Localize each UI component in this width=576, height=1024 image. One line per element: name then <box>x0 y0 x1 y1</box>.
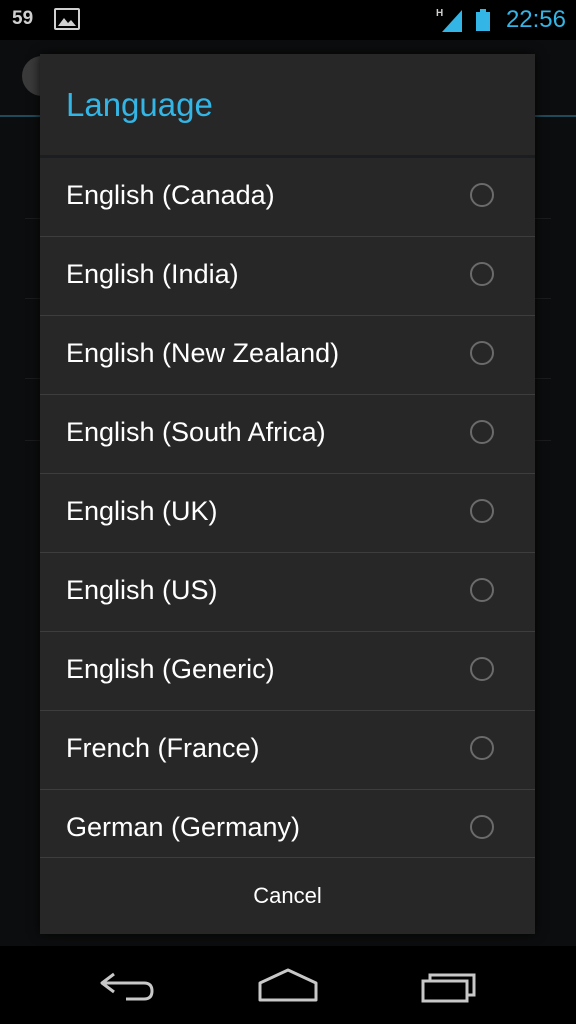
option-label: English (South Africa) <box>66 417 326 447</box>
radio-button[interactable] <box>470 736 494 760</box>
recent-apps-icon[interactable] <box>418 966 482 1006</box>
svg-text:H: H <box>436 8 443 19</box>
option-label: English (US) <box>66 575 218 605</box>
language-option[interactable]: English (UK) <box>40 474 535 553</box>
option-label: English (Canada) <box>66 180 275 210</box>
home-icon[interactable] <box>256 966 320 1006</box>
battery-icon <box>476 9 490 31</box>
language-option[interactable]: English (US) <box>40 553 535 632</box>
language-option[interactable]: English (Generic) <box>40 632 535 711</box>
language-option[interactable]: English (South Africa) <box>40 395 535 474</box>
radio-button[interactable] <box>470 262 494 286</box>
option-label: English (Generic) <box>66 654 275 684</box>
radio-button[interactable] <box>470 499 494 523</box>
radio-button[interactable] <box>470 578 494 602</box>
back-icon[interactable] <box>96 966 160 1006</box>
language-option[interactable]: English (India) <box>40 237 535 316</box>
dialog-title: Language <box>66 86 213 123</box>
language-option[interactable]: English (Canada) <box>40 158 535 237</box>
option-label: English (India) <box>66 259 239 289</box>
cancel-button[interactable]: Cancel <box>40 858 535 934</box>
signal-icon: H <box>436 8 462 32</box>
clock: 22:56 <box>505 6 566 33</box>
option-label: German (Germany) <box>66 812 301 842</box>
notification-count: 59 <box>12 8 34 29</box>
option-label: English (New Zealand) <box>66 338 340 368</box>
image-icon <box>54 8 80 30</box>
dialog-button-bar: Cancel <box>40 857 535 934</box>
radio-button[interactable] <box>470 657 494 681</box>
option-label: English (UK) <box>66 496 218 526</box>
language-dialog: Language English (Canada) English (India… <box>40 54 535 934</box>
language-option[interactable]: English (New Zealand) <box>40 316 535 395</box>
radio-button[interactable] <box>470 183 494 207</box>
option-label: French (France) <box>66 733 260 763</box>
navigation-bar <box>0 946 576 1024</box>
radio-button[interactable] <box>470 815 494 839</box>
language-option[interactable]: French (France) <box>40 711 535 790</box>
radio-button[interactable] <box>470 420 494 444</box>
status-bar: 59 H 22:56 <box>0 0 576 40</box>
radio-button[interactable] <box>470 341 494 365</box>
language-list: English (Canada) English (India) English… <box>40 158 535 868</box>
